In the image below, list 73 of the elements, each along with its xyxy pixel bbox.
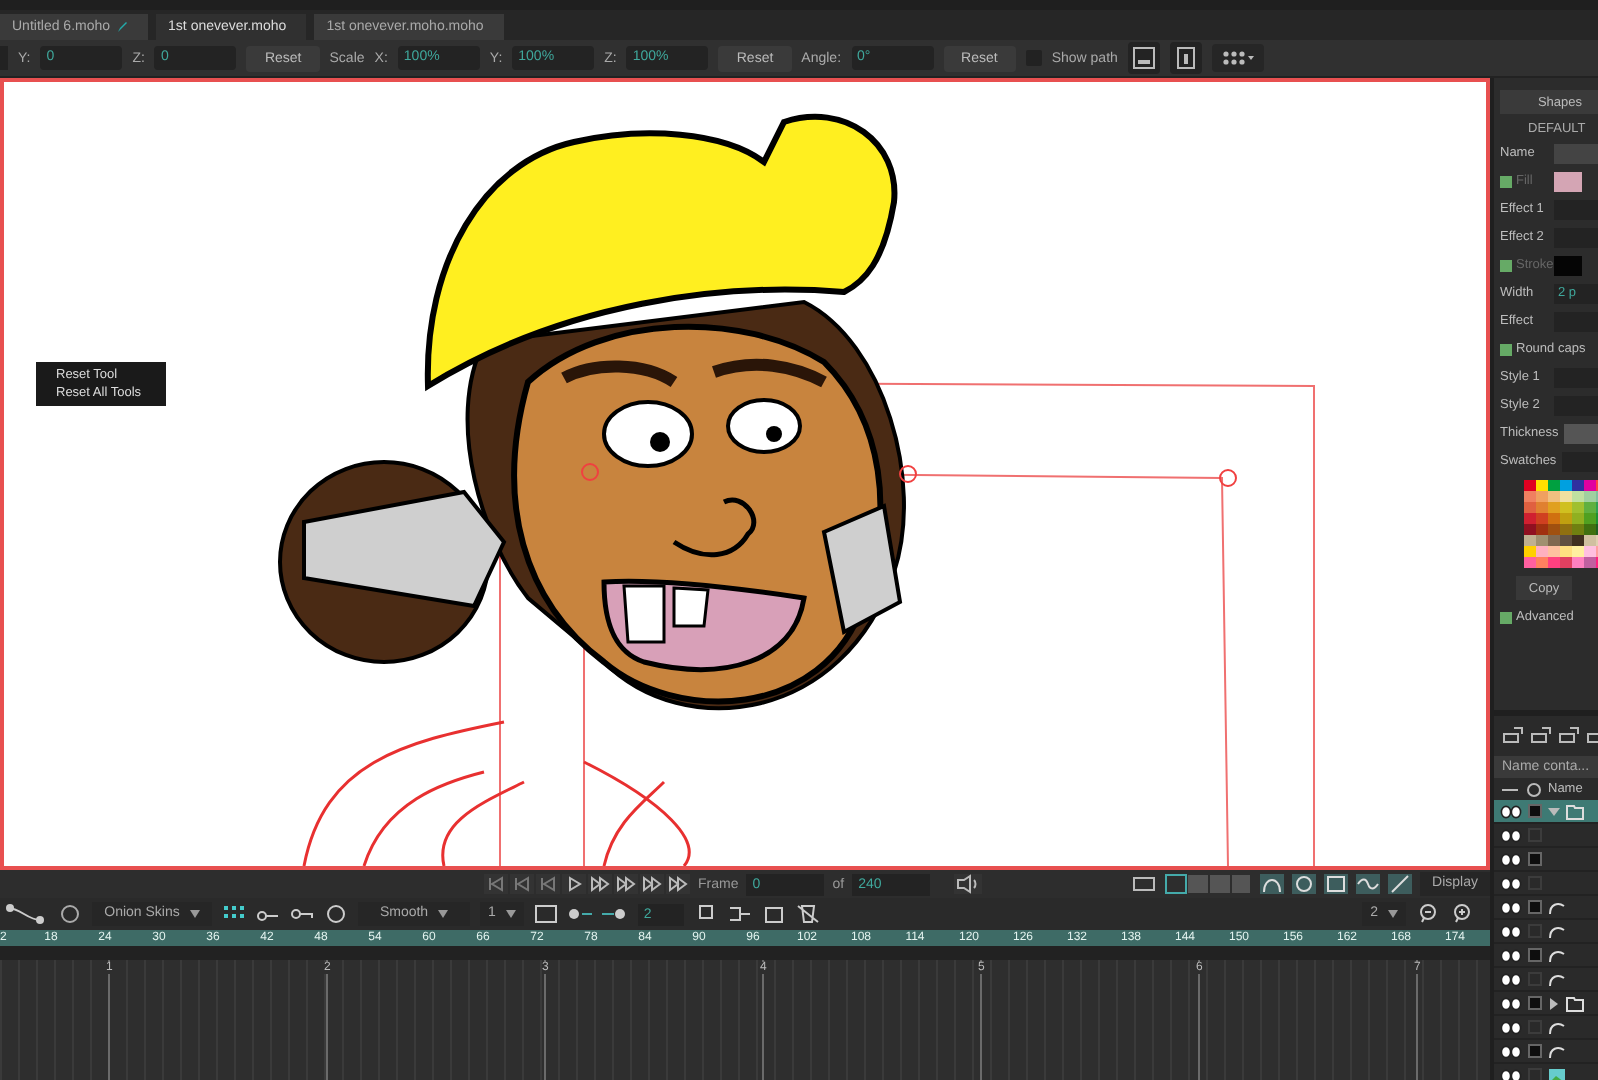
folder-icon — [1566, 995, 1584, 1011]
layout-icon[interactable] — [1164, 874, 1253, 894]
layer-checkbox[interactable] — [1528, 852, 1542, 866]
eye-icon[interactable] — [1500, 1067, 1522, 1080]
fast-forward-icon[interactable] — [588, 874, 612, 894]
caret-icon — [505, 910, 516, 918]
rewind-icon[interactable] — [484, 874, 508, 894]
layer-row[interactable] — [1494, 968, 1598, 992]
curve-icon[interactable] — [4, 904, 48, 924]
layer-row[interactable] — [1494, 896, 1598, 920]
step-back-icon[interactable] — [536, 874, 560, 894]
layer-row[interactable] — [1494, 872, 1598, 896]
caret-icon — [189, 910, 200, 918]
layer-row[interactable] — [1494, 920, 1598, 944]
curve-icon[interactable] — [1260, 874, 1285, 894]
eye-icon[interactable] — [1500, 851, 1522, 867]
layer-row[interactable] — [1494, 944, 1598, 968]
layer-row[interactable] — [1494, 824, 1598, 848]
copy-icon[interactable] — [761, 904, 786, 924]
checkbox[interactable] — [1500, 612, 1512, 624]
document-icon[interactable] — [1169, 42, 1202, 74]
speaker-icon[interactable] — [954, 874, 983, 894]
eye-icon[interactable] — [1500, 803, 1522, 819]
step-back-icon[interactable] — [510, 874, 534, 894]
key-icon[interactable] — [290, 904, 314, 924]
layer-row[interactable] — [1494, 1040, 1598, 1064]
grid-icon[interactable] — [222, 904, 246, 924]
eye-icon[interactable] — [1500, 1019, 1522, 1035]
caret-icon — [1388, 910, 1398, 918]
eye-icon[interactable] — [1500, 923, 1522, 939]
control-point[interactable] — [899, 465, 917, 483]
eye-icon[interactable] — [1500, 1043, 1522, 1059]
image-layer-icon — [1548, 1067, 1566, 1080]
layer-checkbox[interactable] — [1528, 948, 1542, 962]
pencil-icon — [116, 20, 129, 34]
property-field[interactable] — [1554, 144, 1598, 164]
grid-icon — [1219, 48, 1256, 68]
layer-row[interactable] — [1494, 992, 1598, 1016]
layer-row[interactable] — [1494, 848, 1598, 872]
color-palette[interactable] — [1524, 480, 1598, 568]
folder-icon — [1566, 803, 1584, 819]
layer-row[interactable] — [1494, 1016, 1598, 1040]
frame-icon[interactable] — [1132, 874, 1157, 894]
brush-icon[interactable] — [1388, 874, 1413, 894]
play-icon[interactable] — [562, 874, 586, 894]
layer-row[interactable] — [1494, 800, 1598, 824]
eye-icon[interactable] — [1500, 971, 1522, 987]
layer-checkbox[interactable] — [1528, 996, 1542, 1010]
new-layer-icon[interactable] — [1558, 726, 1580, 746]
new-layer-icon[interactable] — [1502, 726, 1524, 746]
layer-checkbox[interactable] — [1528, 900, 1542, 914]
eye-icon[interactable] — [1500, 899, 1522, 915]
eye-icon[interactable] — [1500, 995, 1522, 1011]
caret-icon — [438, 910, 449, 918]
ease-icon[interactable] — [567, 904, 628, 924]
eye-icon[interactable] — [1500, 947, 1522, 963]
document-icon[interactable] — [1127, 42, 1160, 74]
fx-icon[interactable] — [1324, 874, 1349, 894]
onion-icon[interactable] — [58, 904, 82, 924]
fast-forward-icon[interactable] — [666, 874, 690, 894]
keyframe-icon[interactable] — [533, 904, 558, 924]
expand-arrow-icon[interactable] — [1548, 997, 1560, 1009]
delete-icon[interactable] — [795, 904, 820, 924]
duplicate-icon[interactable] — [1530, 726, 1552, 746]
eye-icon[interactable] — [1500, 875, 1522, 891]
zoom-in-icon[interactable] — [1450, 904, 1474, 924]
layer-checkbox[interactable] — [1528, 1044, 1542, 1058]
property-field[interactable] — [1564, 424, 1598, 444]
eye-icon[interactable] — [1500, 827, 1522, 843]
zoom-out-icon[interactable] — [1416, 904, 1440, 924]
checkbox[interactable] — [1500, 344, 1512, 356]
layer-checkbox[interactable] — [1528, 804, 1542, 818]
dropdown[interactable] — [1211, 44, 1264, 72]
